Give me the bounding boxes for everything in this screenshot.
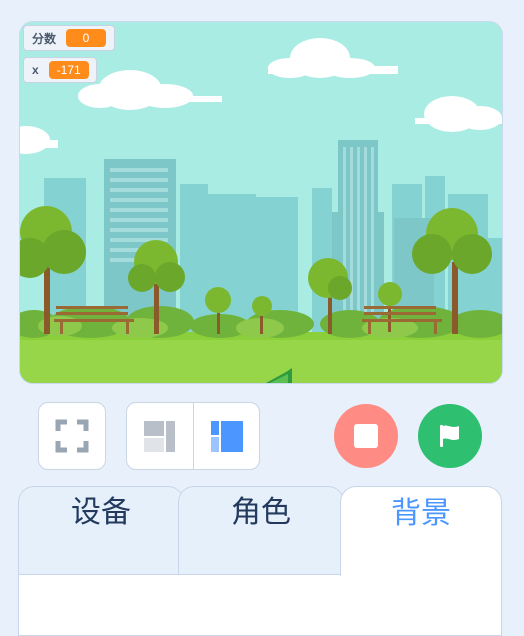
large-stage-icon xyxy=(210,421,243,452)
score-monitor[interactable]: 分数 0 xyxy=(23,25,115,51)
stop-icon xyxy=(354,424,378,448)
monitor-label: 分数 xyxy=(32,31,57,46)
tab-label: 背景 xyxy=(391,496,451,530)
tab-sprites[interactable]: 角色 xyxy=(178,486,344,575)
large-stage-button[interactable] xyxy=(194,403,259,469)
tab-devices[interactable]: 设备 xyxy=(18,486,184,575)
small-stage-icon xyxy=(144,421,175,452)
green-flag-button[interactable] xyxy=(418,404,482,468)
stage-size-toggle[interactable] xyxy=(126,402,260,470)
fullscreen-icon xyxy=(55,419,89,453)
monitor-label: x xyxy=(32,63,39,77)
stop-button[interactable] xyxy=(334,404,398,468)
tab-label: 设备 xyxy=(71,496,131,529)
fullscreen-button[interactable] xyxy=(38,402,106,470)
x-monitor[interactable]: x -171 xyxy=(23,57,97,83)
monitor-value: 0 xyxy=(66,29,106,47)
tab-panel xyxy=(18,574,502,636)
tab-bar: 设备 角色 背景 xyxy=(18,486,502,636)
green-flag-icon xyxy=(440,425,459,447)
tab-label: 角色 xyxy=(231,496,291,529)
small-stage-button[interactable] xyxy=(127,403,193,469)
monitor-value: -171 xyxy=(48,61,89,79)
tab-backdrops[interactable]: 背景 xyxy=(340,486,502,576)
